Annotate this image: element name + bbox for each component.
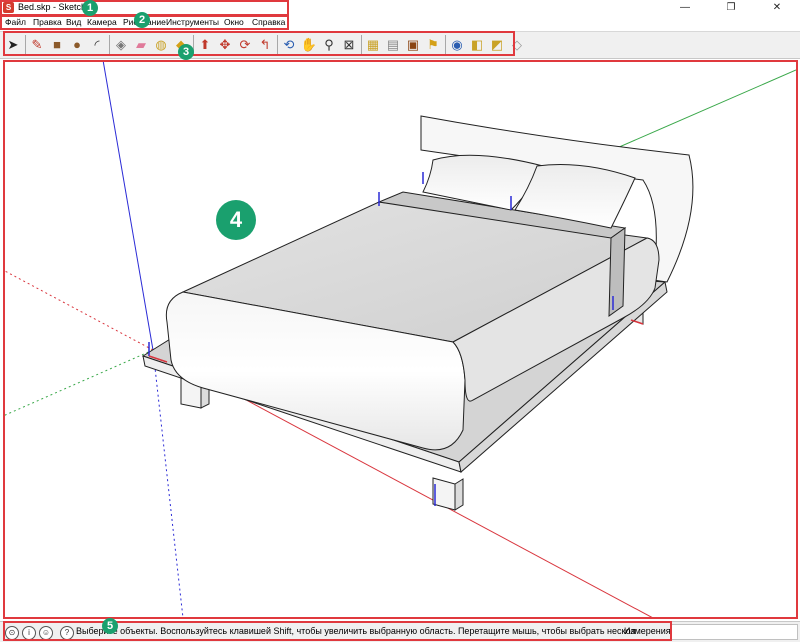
callout-2-badge: 2 <box>134 12 150 28</box>
extension-warehouse-tool-button[interactable]: ⚑ <box>424 36 442 54</box>
push-pull-tool-button[interactable]: ⬆ <box>196 36 214 54</box>
maximize-button[interactable]: ❐ <box>708 0 754 16</box>
styles-icon: ◩ <box>490 37 504 52</box>
zoom-tool-button[interactable]: ⚲ <box>320 36 338 54</box>
green-axis-negative <box>3 349 154 417</box>
orbit-icon: ⟲ <box>283 37 295 52</box>
red-axis-negative <box>3 269 154 351</box>
callout-1-badge: 1 <box>82 0 98 16</box>
zoom-extents-icon: ⊠ <box>343 37 355 52</box>
share-model-icon: ▤ <box>386 37 400 52</box>
component-icon: ◈ <box>116 37 126 52</box>
measurements-label: Измерения <box>624 626 671 636</box>
measurements-input[interactable] <box>670 624 798 640</box>
geo-location-icon[interactable]: ⊙ <box>5 626 19 640</box>
get-models-tool-button[interactable]: ▣ <box>404 36 422 54</box>
menu-help[interactable]: Справка <box>252 17 285 27</box>
circle-tool-button[interactable]: ● <box>68 36 86 54</box>
toolbar-separator <box>445 35 446 55</box>
user-icon[interactable]: ☺ <box>39 626 53 640</box>
eraser-tool-button[interactable]: ▰ <box>132 36 150 54</box>
sketchup-logo-icon: S <box>3 2 14 13</box>
orbit-tool-button[interactable]: ⟲ <box>280 36 298 54</box>
scene-canvas[interactable] <box>3 60 796 618</box>
move-icon: ✥ <box>219 37 231 52</box>
menu-tools[interactable]: Инструменты <box>166 17 219 27</box>
menu-view[interactable]: Вид <box>66 17 81 27</box>
arc-tool-button[interactable]: ◜ <box>88 36 106 54</box>
3d-warehouse-tool-button[interactable]: ▦ <box>364 36 382 54</box>
select-tool-button[interactable]: ➤ <box>4 36 22 54</box>
section-plane-icon: ◧ <box>470 37 484 52</box>
follow-me-tool-button[interactable]: ↰ <box>256 36 274 54</box>
models-icon: ▣ <box>406 37 420 52</box>
rotate-icon: ⟳ <box>239 37 251 52</box>
circle-icon: ● <box>73 37 81 52</box>
layout-tool-button[interactable]: ◉ <box>448 36 466 54</box>
follow-me-icon: ↰ <box>259 37 271 52</box>
status-message: Выберите объекты. Воспользуйтесь клавише… <box>76 626 636 636</box>
pan-tool-button[interactable]: ✋ <box>300 36 318 54</box>
modeling-viewport[interactable] <box>3 60 796 618</box>
toolbar-separator <box>277 35 278 55</box>
blue-axis-negative <box>152 349 184 618</box>
pencil-icon: ✎ <box>31 37 43 52</box>
pencil-tool-button[interactable]: ✎ <box>28 36 46 54</box>
toolbar-separator <box>25 35 26 55</box>
section-plane-tool-button[interactable]: ◧ <box>468 36 486 54</box>
close-button[interactable]: ✕ <box>754 0 800 16</box>
rectangle-icon: ■ <box>53 37 61 52</box>
share-model-tool-button[interactable]: ▤ <box>384 36 402 54</box>
scenes-icon: ◇ <box>512 37 522 52</box>
blue-axis <box>102 60 154 351</box>
menu-bar: Файл Правка Вид Камера Рисование Инструм… <box>0 16 800 30</box>
menu-file[interactable]: Файл <box>5 17 26 27</box>
title-bar: S Bed.skp - SketchUp — ❐ ✕ <box>0 0 800 16</box>
select-arrow-icon: ➤ <box>7 37 19 52</box>
minimize-button[interactable]: — <box>662 0 708 16</box>
extension-icon: ⚑ <box>427 37 439 52</box>
menu-camera[interactable]: Камера <box>87 17 117 27</box>
menu-window[interactable]: Окно <box>224 17 244 27</box>
callout-5-badge: 5 <box>102 618 118 634</box>
zoom-extents-tool-button[interactable]: ⊠ <box>340 36 358 54</box>
push-pull-icon: ⬆ <box>199 37 211 52</box>
toolbar-separator <box>109 35 110 55</box>
arc-icon: ◜ <box>94 37 100 52</box>
move-tool-button[interactable]: ✥ <box>216 36 234 54</box>
menu-edit[interactable]: Правка <box>33 17 62 27</box>
eraser-icon: ▰ <box>136 37 146 52</box>
help-icon[interactable]: ? <box>60 626 74 640</box>
styles-tool-button[interactable]: ◩ <box>488 36 506 54</box>
layout-icon: ◉ <box>451 37 463 52</box>
scenes-tool-button[interactable]: ◇ <box>508 36 526 54</box>
magnifier-icon: ⚲ <box>324 37 334 52</box>
status-bar: ⊙ i ☺ ? Выберите объекты. Воспользуйтесь… <box>0 621 800 642</box>
rotate-tool-button[interactable]: ⟳ <box>236 36 254 54</box>
make-component-tool-button[interactable]: ◈ <box>112 36 130 54</box>
tape-measure-tool-button[interactable]: ◍ <box>152 36 170 54</box>
hand-icon: ✋ <box>300 37 318 52</box>
warehouse-icon: ▦ <box>366 37 380 52</box>
callout-4-badge: 4 <box>216 200 256 240</box>
credits-icon[interactable]: i <box>22 626 36 640</box>
toolbar-separator <box>361 35 362 55</box>
main-toolbar: ➤✎■●◜◈▰◍◆⬆✥⟳↰⟲✋⚲⊠▦▤▣⚑◉◧◩◇ <box>0 31 800 59</box>
callout-3-badge: 3 <box>178 44 194 60</box>
rectangle-tool-button[interactable]: ■ <box>48 36 66 54</box>
tape-measure-icon: ◍ <box>155 37 167 52</box>
